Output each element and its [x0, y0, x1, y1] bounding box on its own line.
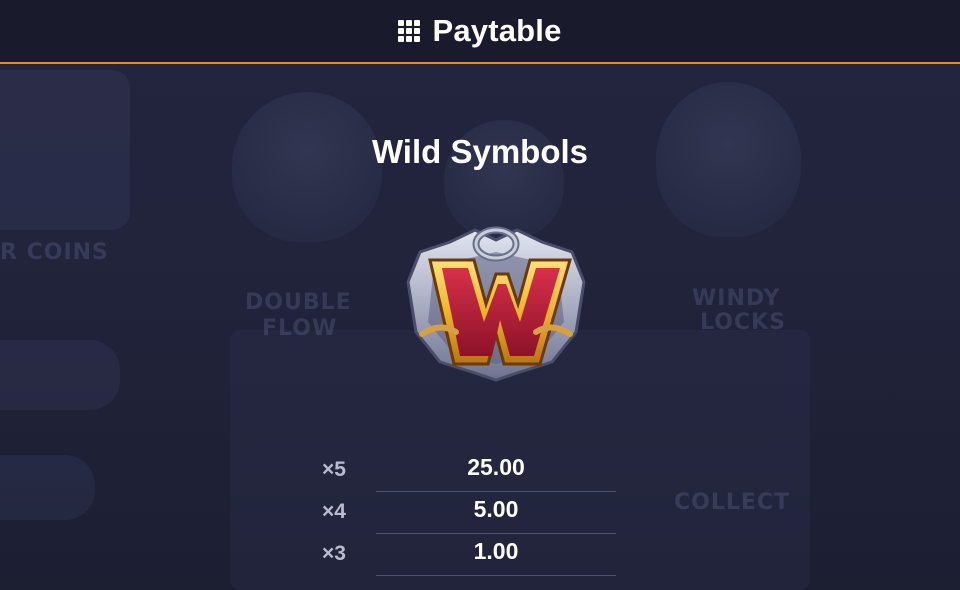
section-title: Wild Symbols: [371, 133, 589, 170]
header-title-group: Paytable: [398, 13, 561, 49]
header-bar: Paytable: [0, 0, 960, 64]
payout-row: ×3 1.00: [320, 534, 620, 576]
payout-value: 1.00: [473, 538, 519, 564]
payout-table: ×5 25.00 ×4 5.00 ×3 1.00: [320, 450, 620, 576]
payout-value: 5.00: [473, 496, 519, 522]
row-divider: [376, 575, 616, 576]
payout-count: ×5: [322, 458, 346, 481]
payout-count: ×4: [322, 500, 346, 523]
grid-menu-icon: [398, 20, 421, 42]
payout-count: ×3: [322, 542, 346, 565]
wild-w-symbol-icon: [400, 222, 592, 382]
payout-value: 25.00: [467, 454, 525, 480]
payout-row: ×5 25.00: [320, 450, 620, 492]
payout-row: ×4 5.00: [320, 492, 620, 534]
page-title: Paytable: [432, 13, 562, 48]
paytable-page: DOUBLE FLOW WINDY LOCKS COLLECT R COINS …: [0, 0, 960, 590]
